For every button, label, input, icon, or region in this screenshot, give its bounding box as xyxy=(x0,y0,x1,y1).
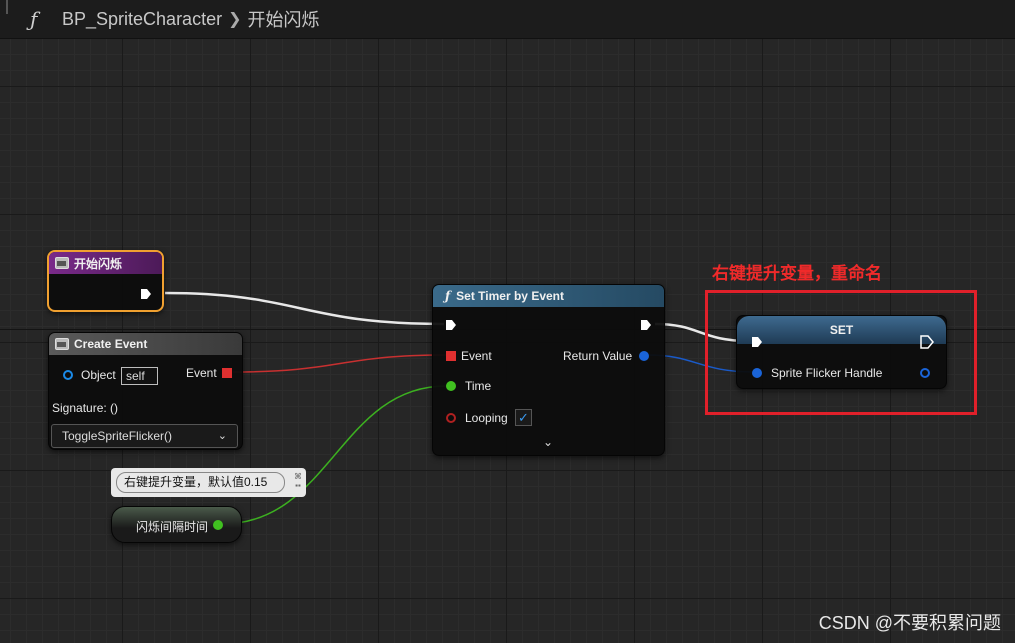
event-node-header: 开始闪烁 xyxy=(49,252,162,274)
exec-out-pin[interactable] xyxy=(140,288,152,300)
event-icon xyxy=(55,257,69,269)
chevron-down-icon: ⌄ xyxy=(217,430,227,442)
comment-bubble[interactable]: 右键提升变量，默认值0.15 ⌘ ▪▪ xyxy=(111,468,306,497)
function-icon: ƒ xyxy=(445,289,451,303)
exec-in-pin[interactable] xyxy=(445,319,457,331)
object-pin[interactable] xyxy=(63,370,73,380)
watermark: CSDN @不要积累问题 xyxy=(818,613,1001,633)
breadcrumb-bar: ƒ BP_SpriteCharacter ❯ 开始闪烁 xyxy=(0,0,1015,39)
event-node-title: 开始闪烁 xyxy=(74,256,123,271)
looping-label: Looping xyxy=(465,411,508,425)
tab-divider xyxy=(6,0,8,14)
time-label: Time xyxy=(465,379,492,393)
create-event-title: Create Event xyxy=(74,337,148,351)
delegate-pin[interactable] xyxy=(222,368,232,378)
event-pin[interactable] xyxy=(446,351,456,361)
return-value-pin[interactable] xyxy=(639,351,649,361)
highlight-box xyxy=(705,290,977,415)
set-timer-node[interactable]: ƒ Set Timer by Event Event Return Value … xyxy=(432,284,665,456)
annotation-text: 右键提升变量，重命名 xyxy=(712,264,882,283)
function-dropdown-value: ToggleSpriteFlicker() xyxy=(62,429,173,443)
create-event-header: Create Event xyxy=(49,333,242,355)
signature-text: Signature: () xyxy=(52,401,119,415)
chevron-right-icon: ❯ xyxy=(228,11,242,28)
expand-chevron-icon[interactable]: ⌄ xyxy=(543,435,553,449)
variable-get-node[interactable]: 闪烁间隔时间 xyxy=(111,506,242,543)
set-timer-header: ƒ Set Timer by Event xyxy=(433,285,664,307)
object-label: Object xyxy=(81,368,116,382)
looping-checkbox[interactable]: ✓ xyxy=(515,409,532,426)
create-event-node[interactable]: Create Event Object self Event Signature… xyxy=(48,332,243,450)
looping-pin[interactable] xyxy=(446,413,456,423)
variable-out-pin[interactable] xyxy=(213,520,223,530)
comment-pin-icon[interactable]: ⌘ ▪▪ xyxy=(294,472,302,490)
event-node[interactable]: 开始闪烁 xyxy=(47,250,164,312)
object-input[interactable]: self xyxy=(121,367,158,385)
exec-out-pin[interactable] xyxy=(640,319,652,331)
breadcrumb-function[interactable]: 开始闪烁 xyxy=(247,6,319,32)
return-value-label: Return Value xyxy=(563,349,633,363)
function-node-icon xyxy=(55,338,69,350)
function-dropdown[interactable]: ToggleSpriteFlicker() ⌄ xyxy=(51,424,238,448)
event-label: Event xyxy=(461,349,492,363)
breadcrumb-blueprint[interactable]: BP_SpriteCharacter xyxy=(62,9,222,30)
event-output-label: Event xyxy=(186,366,217,380)
time-pin[interactable] xyxy=(446,381,456,391)
function-icon: ƒ xyxy=(30,7,38,31)
variable-label: 闪烁间隔时间 xyxy=(136,520,209,534)
set-timer-title: Set Timer by Event xyxy=(456,289,564,303)
comment-text: 右键提升变量，默认值0.15 xyxy=(116,472,285,493)
